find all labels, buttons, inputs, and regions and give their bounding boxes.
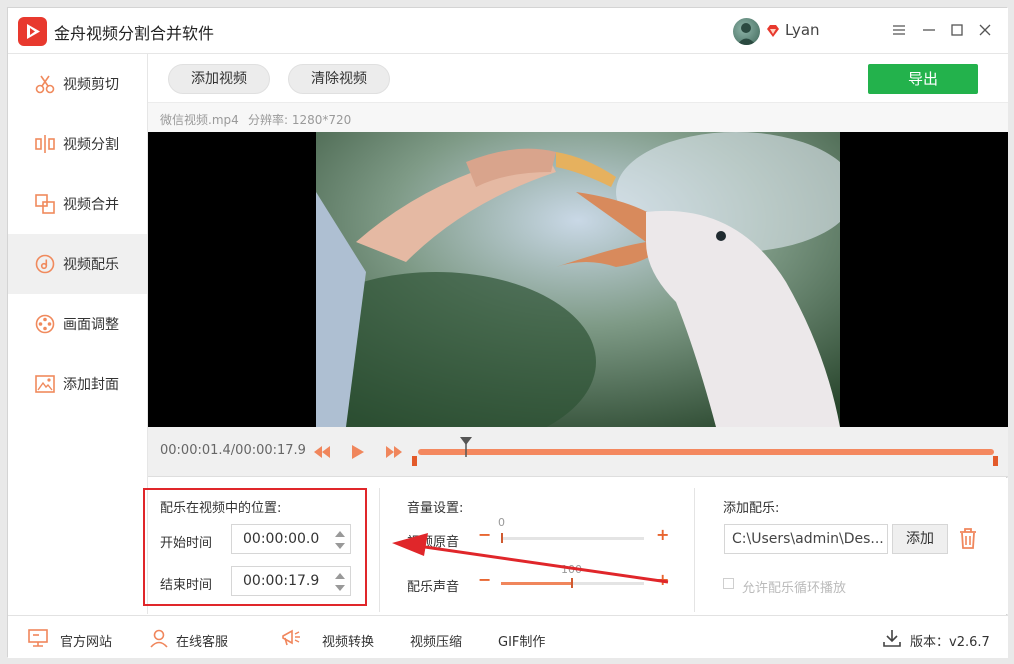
add-music-button[interactable]: 添加 [892, 524, 948, 554]
sidebar-item-split[interactable]: 视频分割 [8, 114, 147, 174]
download-icon[interactable] [881, 627, 903, 649]
support-agent-icon [150, 629, 168, 648]
image-icon [35, 375, 55, 393]
film-reel-icon [35, 314, 55, 334]
clear-video-button[interactable]: 清除视频 [288, 64, 390, 94]
panel-divider [379, 488, 380, 612]
music-volume-minus[interactable]: − [478, 570, 491, 589]
app-title: 金舟视频分割合并软件 [54, 24, 215, 43]
export-button[interactable]: 导出 [868, 64, 978, 94]
title-bar: 金舟视频分割合并软件 Lyan [8, 8, 1008, 54]
video-convert-link[interactable]: 视频转换 [322, 631, 374, 650]
add-video-button[interactable]: 添加视频 [168, 64, 270, 94]
highlight-box [143, 488, 367, 606]
sidebar-item-label: 视频剪切 [63, 77, 119, 93]
panel-divider [694, 488, 695, 612]
trash-icon[interactable] [958, 527, 978, 549]
loop-music-checkbox[interactable] [723, 578, 734, 589]
timeline-track[interactable] [418, 449, 994, 455]
sidebar: 视频剪切 视频分割 视频合并 视频配乐 画面调整 添加封面 [8, 54, 148, 614]
play-icon[interactable] [347, 442, 367, 462]
original-volume-plus[interactable]: + [656, 525, 669, 544]
split-icon [35, 135, 55, 153]
official-website-link[interactable]: 官方网站 [60, 631, 112, 650]
timeline-end-marker[interactable] [993, 456, 998, 466]
version-label: 版本：v2.6.7 [910, 635, 990, 650]
file-resolution: 分辨率: 1280*720 [248, 113, 352, 127]
online-service-link[interactable]: 在线客服 [176, 631, 228, 650]
sidebar-item-cut[interactable]: 视频剪切 [8, 54, 147, 114]
sidebar-item-label: 画面调整 [63, 317, 119, 333]
megaphone-icon [282, 629, 300, 646]
volume-panel-title: 音量设置: [407, 501, 464, 516]
music-volume-fill [501, 582, 572, 585]
fast-forward-icon[interactable] [384, 442, 404, 462]
rewind-icon[interactable] [312, 442, 332, 462]
vip-diamond-icon [767, 25, 779, 37]
app-logo-icon [18, 17, 47, 46]
video-compress-link[interactable]: 视频压缩 [410, 631, 462, 650]
sidebar-item-label: 视频配乐 [63, 257, 119, 273]
music-volume-plus[interactable]: + [656, 570, 669, 589]
close-icon[interactable] [974, 19, 996, 41]
sidebar-item-adjust[interactable]: 画面调整 [8, 294, 147, 354]
video-preview[interactable] [148, 132, 1008, 427]
minimize-icon[interactable] [918, 19, 940, 41]
user-name[interactable]: Lyan [785, 21, 820, 39]
timecode-display: 00:00:01.4/00:00:17.9 [160, 443, 306, 458]
music-path-field[interactable]: C:\Users\admin\Des... [724, 524, 888, 554]
original-volume-label: 视频原音 [407, 535, 460, 550]
video-frame [316, 132, 840, 427]
file-info-bar: 微信视频.mp4 分辨率: 1280*720 [148, 102, 1008, 132]
sidebar-item-music[interactable]: 视频配乐 [8, 234, 147, 294]
menu-icon[interactable] [888, 19, 910, 41]
app-window: 金舟视频分割合并软件 Lyan 视频剪切 视频分割 视频合并 视频配乐 画面调整… [7, 7, 1008, 658]
toolbar: 添加视频 清除视频 导出 [148, 54, 1008, 102]
original-volume-slider[interactable] [501, 537, 644, 540]
timeline-start-marker[interactable] [412, 456, 417, 466]
music-volume-value: 100 [561, 563, 582, 576]
scissors-icon [35, 75, 55, 94]
file-name: 微信视频.mp4 [160, 113, 239, 127]
sidebar-item-cover[interactable]: 添加封面 [8, 354, 147, 414]
user-avatar[interactable] [733, 18, 760, 45]
player-controls: 00:00:01.4/00:00:17.9 [148, 427, 1008, 477]
merge-icon [35, 194, 55, 214]
loop-music-label: 允许配乐循环播放 [742, 581, 847, 596]
maximize-icon[interactable] [946, 19, 968, 41]
sidebar-item-label: 视频合并 [63, 197, 119, 213]
music-volume-label: 配乐声音 [407, 580, 460, 595]
sidebar-item-label: 添加封面 [63, 377, 119, 393]
footer-bar: 官方网站 在线客服 视频转换 视频压缩 GIF制作 版本：v2.6.7 [8, 615, 1008, 658]
sidebar-item-merge[interactable]: 视频合并 [8, 174, 147, 234]
playhead-icon[interactable] [460, 437, 472, 457]
music-panel-title: 添加配乐: [723, 501, 780, 516]
sidebar-item-label: 视频分割 [63, 137, 119, 153]
original-volume-value: 0 [498, 516, 505, 529]
music-volume-knob[interactable] [571, 578, 573, 588]
original-volume-minus[interactable]: − [478, 525, 491, 544]
music-icon [35, 254, 55, 274]
original-volume-knob[interactable] [501, 533, 503, 543]
monitor-icon [28, 629, 48, 647]
gif-maker-link[interactable]: GIF制作 [498, 631, 545, 650]
